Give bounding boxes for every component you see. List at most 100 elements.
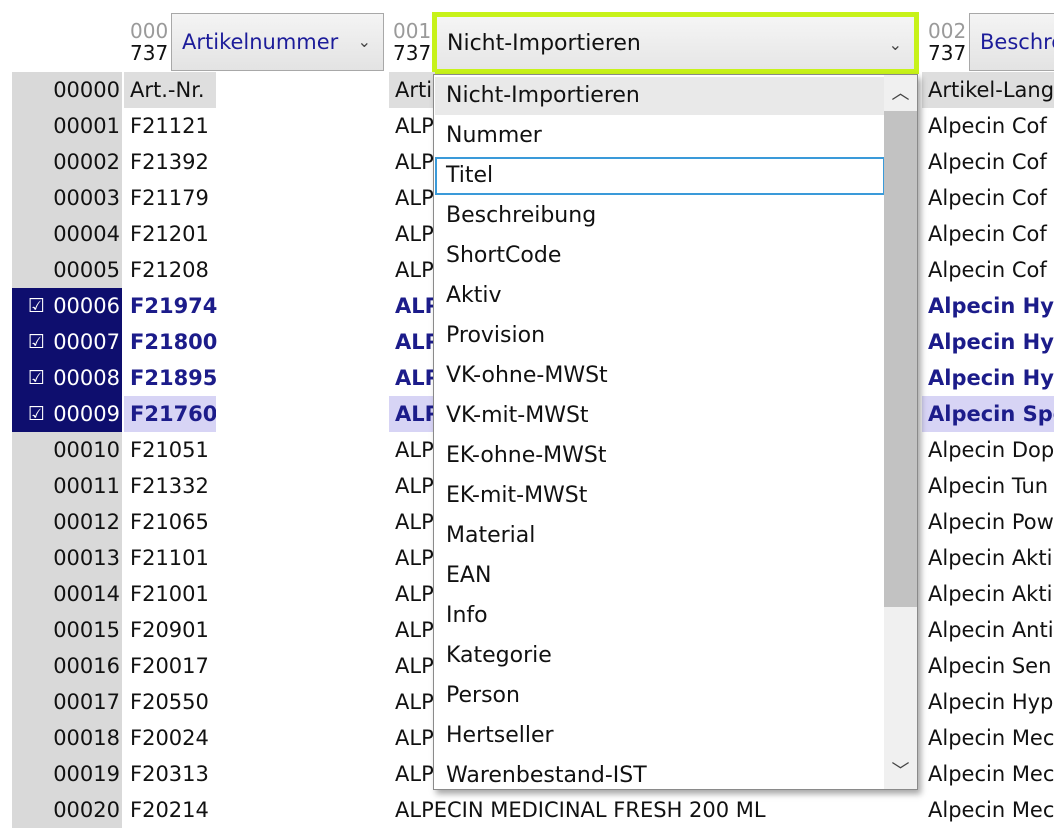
table-cell[interactable]: ALP bbox=[389, 576, 435, 612]
dropdown-option[interactable]: Hertseller bbox=[435, 717, 885, 755]
table-cell[interactable]: F21974 bbox=[124, 288, 384, 324]
row-number[interactable]: 00000 bbox=[12, 72, 122, 108]
table-cell[interactable]: ALPECIN MEDICINAL FRESH 200 ML bbox=[389, 792, 924, 828]
table-cell[interactable]: ALP bbox=[389, 108, 435, 144]
table-cell[interactable]: Alpecin Hyp bbox=[922, 684, 1054, 720]
dropdown-option[interactable]: EK-mit-MWSt bbox=[435, 477, 885, 515]
checkbox-checked-icon[interactable]: ☑ bbox=[28, 324, 45, 360]
table-cell[interactable]: F21760 bbox=[124, 396, 216, 432]
row-number[interactable]: 00003 bbox=[12, 180, 122, 216]
table-cell[interactable]: F21895 bbox=[124, 360, 384, 396]
table-cell[interactable]: F21800 bbox=[124, 324, 384, 360]
table-cell[interactable]: ALP bbox=[389, 180, 435, 216]
checkbox-checked-icon[interactable]: ☑ bbox=[28, 288, 45, 324]
table-cell[interactable]: ALP bbox=[389, 648, 435, 684]
checkbox-checked-icon[interactable]: ☑ bbox=[28, 396, 45, 432]
table-cell[interactable]: F20017 bbox=[124, 648, 384, 684]
table-cell[interactable]: ALP bbox=[389, 252, 435, 288]
table-cell[interactable]: Alpecin Sen bbox=[922, 648, 1054, 684]
table-cell[interactable]: ALP bbox=[389, 432, 435, 468]
table-cell[interactable]: Art.-Nr. bbox=[124, 72, 216, 108]
table-cell[interactable]: F20313 bbox=[124, 756, 384, 792]
dropdown-option[interactable]: Warenbestand-IST bbox=[435, 757, 885, 789]
column-mapping-select-0[interactable]: Artikelnummer ⌄ bbox=[171, 13, 384, 71]
table-cell[interactable]: F20024 bbox=[124, 720, 384, 756]
table-cell[interactable]: Alpecin Cof bbox=[922, 216, 1054, 252]
table-cell[interactable]: ALP bbox=[389, 144, 435, 180]
row-number[interactable]: 00005 bbox=[12, 252, 122, 288]
row-number[interactable]: 00013 bbox=[12, 540, 122, 576]
row-number[interactable]: ☑ 00008 bbox=[12, 360, 122, 396]
dropdown-option[interactable]: Kategorie bbox=[435, 637, 885, 675]
row-number[interactable]: 00017 bbox=[12, 684, 122, 720]
table-cell[interactable]: F21392 bbox=[124, 144, 384, 180]
row-number[interactable]: 00015 bbox=[12, 612, 122, 648]
table-cell[interactable]: ALP bbox=[389, 468, 435, 504]
dropdown-option[interactable]: Provision bbox=[435, 317, 885, 355]
row-number[interactable]: ☑ 00007 bbox=[12, 324, 122, 360]
checkbox-checked-icon[interactable]: ☑ bbox=[28, 360, 45, 396]
table-cell[interactable]: Alpecin Hyl bbox=[922, 288, 1054, 324]
row-number[interactable]: 00019 bbox=[12, 756, 122, 792]
dropdown-option[interactable]: Person bbox=[435, 677, 885, 715]
column-mapping-select-2[interactable]: Beschre bbox=[969, 13, 1054, 71]
table-cell[interactable]: F21208 bbox=[124, 252, 384, 288]
table-cell[interactable]: ALP bbox=[389, 324, 435, 360]
row-number[interactable]: 00001 bbox=[12, 108, 122, 144]
scroll-down-icon[interactable]: ﹀ bbox=[884, 755, 917, 789]
table-cell[interactable]: F21201 bbox=[124, 216, 384, 252]
table-cell[interactable]: F20550 bbox=[124, 684, 384, 720]
column-mapping-select-1[interactable]: Nicht-Importieren ⌄ bbox=[432, 12, 919, 74]
scrollbar-thumb[interactable] bbox=[884, 111, 917, 607]
table-cell[interactable]: F21001 bbox=[124, 576, 384, 612]
table-cell[interactable]: ALP bbox=[389, 360, 435, 396]
row-number[interactable]: 00020 bbox=[12, 792, 122, 828]
table-cell[interactable]: F21179 bbox=[124, 180, 384, 216]
table-cell[interactable]: ALP bbox=[389, 540, 435, 576]
row-number[interactable]: 00011 bbox=[12, 468, 122, 504]
table-cell[interactable]: F21121 bbox=[124, 108, 384, 144]
dropdown-option[interactable]: EAN bbox=[435, 557, 885, 595]
dropdown-option[interactable]: Nummer bbox=[435, 117, 885, 155]
row-number[interactable]: 00002 bbox=[12, 144, 122, 180]
table-cell[interactable]: Alpecin Akti bbox=[922, 576, 1054, 612]
table-cell[interactable]: ALP bbox=[389, 288, 435, 324]
dropdown-scrollbar[interactable]: ︿ ﹀ bbox=[884, 75, 917, 789]
table-cell[interactable]: Alpecin Cof bbox=[922, 144, 1054, 180]
table-cell[interactable]: F20901 bbox=[124, 612, 384, 648]
table-cell[interactable]: ALP bbox=[389, 612, 435, 648]
table-cell[interactable]: Alpecin Cof bbox=[922, 180, 1054, 216]
dropdown-option[interactable]: Info bbox=[435, 597, 885, 635]
dropdown-option[interactable]: VK-ohne-MWSt bbox=[435, 357, 885, 395]
table-cell[interactable]: Alpecin Hyl bbox=[922, 324, 1054, 360]
table-cell[interactable]: F21051 bbox=[124, 432, 384, 468]
table-cell[interactable]: F21332 bbox=[124, 468, 384, 504]
dropdown-option[interactable]: VK-mit-MWSt bbox=[435, 397, 885, 435]
table-cell[interactable]: Alpecin Pow bbox=[922, 504, 1054, 540]
table-cell[interactable]: Alpecin Anti bbox=[922, 612, 1054, 648]
dropdown-option[interactable]: ShortCode bbox=[435, 237, 885, 275]
table-cell[interactable]: Alpecin Cof bbox=[922, 252, 1054, 288]
table-cell[interactable]: Artikel bbox=[389, 72, 435, 108]
table-cell[interactable]: Alpecin Tun bbox=[922, 468, 1054, 504]
table-cell[interactable]: Artikel-Lang bbox=[922, 72, 1054, 108]
table-cell[interactable]: ALP bbox=[389, 396, 435, 432]
table-cell[interactable]: ALP bbox=[389, 216, 435, 252]
row-number[interactable]: 00018 bbox=[12, 720, 122, 756]
table-cell[interactable]: F21065 bbox=[124, 504, 384, 540]
table-cell[interactable]: Alpecin Dop bbox=[922, 432, 1054, 468]
dropdown-option[interactable]: Material bbox=[435, 517, 885, 555]
table-cell[interactable]: Alpecin Mec bbox=[922, 756, 1054, 792]
row-number[interactable]: 00014 bbox=[12, 576, 122, 612]
table-cell[interactable]: ALP bbox=[389, 684, 435, 720]
dropdown-option[interactable]: EK-ohne-MWSt bbox=[435, 437, 885, 475]
column-mapping-dropdown[interactable]: Nicht-Importieren Nummer Titel Beschreibung… bbox=[433, 74, 918, 790]
dropdown-option[interactable]: Beschreibung bbox=[435, 197, 885, 235]
row-number[interactable]: 00012 bbox=[12, 504, 122, 540]
table-cell[interactable]: Alpecin Hyl bbox=[922, 360, 1054, 396]
table-cell[interactable]: Alpecin Cof bbox=[922, 108, 1054, 144]
table-cell[interactable]: Alpecin Mec bbox=[922, 792, 1054, 828]
table-cell[interactable]: F20214 bbox=[124, 792, 384, 828]
table-cell[interactable]: Alpecin Mec bbox=[922, 720, 1054, 756]
row-number[interactable]: ☑ 00009 bbox=[12, 396, 122, 432]
